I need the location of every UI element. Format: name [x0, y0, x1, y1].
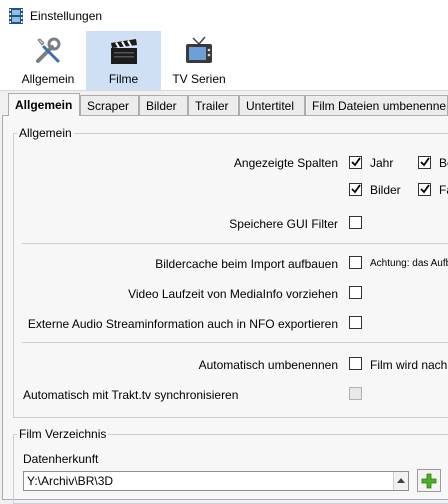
title-bar: Einstellungen — [0, 0, 448, 31]
toolbar-filme-button[interactable]: Filme — [86, 31, 161, 90]
gui-filter-label: Speichere GUI Filter — [229, 217, 338, 231]
source-path-value: Y:\Archiv\BR\3D — [27, 474, 114, 488]
separator — [22, 243, 448, 244]
filmstrip-icon — [9, 8, 23, 24]
film-directory-legend: Film Verzeichnis — [17, 427, 109, 441]
checkmark-icon — [351, 184, 361, 194]
separator — [22, 342, 448, 343]
tab-scraper[interactable]: Scraper — [80, 95, 139, 115]
image-cache-hint: Achtung: das Aufbauen — [370, 258, 448, 269]
column-jahr-checkbox[interactable] — [349, 156, 362, 169]
column-bilder-checkbox[interactable] — [349, 183, 362, 196]
tab-film-dateien-umbenennen[interactable]: Film Dateien umbenennen — [305, 95, 448, 115]
column-fanart-label: Fanart — [439, 183, 448, 197]
settings-toolbar: Allgemein Filme TV Serien — [0, 31, 448, 91]
gui-filter-checkbox[interactable] — [349, 216, 362, 229]
runtime-checkbox[interactable] — [349, 286, 362, 299]
source-label: Datenherkunft — [23, 452, 99, 466]
column-bewertung-label: Bewertung — [439, 156, 448, 170]
column-bewertung-checkbox[interactable] — [418, 156, 431, 169]
source-path-combobox[interactable]: Y:\Archiv\BR\3D — [23, 471, 409, 491]
tab-untertitel[interactable]: Untertitel — [239, 95, 305, 115]
image-cache-label: Bildercache beim Import aufbauen — [155, 257, 338, 271]
tab-bilder[interactable]: Bilder — [139, 95, 188, 115]
audio-stream-checkbox[interactable] — [349, 316, 362, 329]
columns-label: Angezeigte Spalten — [233, 156, 338, 170]
column-bilder-label: Bilder — [370, 183, 401, 197]
image-cache-checkbox[interactable] — [349, 256, 362, 269]
auto-rename-checkbox[interactable] — [349, 357, 362, 370]
wrench-screwdriver-icon — [36, 37, 61, 63]
auto-rename-hint: Film wird nach — [370, 358, 448, 372]
toolbar-label: Filme — [108, 72, 139, 86]
trakt-sync-checkbox[interactable] — [349, 387, 362, 400]
checkmark-icon — [420, 157, 430, 167]
toolbar-tv-serien-button[interactable]: TV Serien — [166, 31, 232, 90]
tv-icon — [186, 36, 212, 63]
toolbar-label: Allgemein — [21, 72, 75, 86]
window-title: Einstellungen — [30, 9, 103, 23]
trakt-sync-label: Automatisch mit Trakt.tv synchronisieren — [23, 388, 239, 402]
plus-icon — [421, 473, 437, 489]
auto-rename-label: Automatisch umbenennen — [198, 358, 338, 372]
checkmark-icon — [420, 184, 430, 194]
combo-scroll-button[interactable] — [393, 472, 408, 490]
clapperboard-icon — [110, 39, 137, 64]
runtime-label: Video Laufzeit von MediaInfo vorziehen — [128, 287, 338, 301]
general-group-legend: Allgemein — [17, 126, 74, 140]
chevron-up-icon — [397, 478, 405, 483]
column-jahr-label: Jahr — [370, 156, 394, 170]
checkmark-icon — [351, 157, 361, 167]
add-source-button[interactable] — [417, 469, 441, 492]
general-group — [13, 133, 448, 418]
audio-stream-label: Externe Audio Streaminformation auch in … — [27, 317, 338, 331]
column-fanart-checkbox[interactable] — [418, 183, 431, 196]
toolbar-allgemein-button[interactable]: Allgemein — [15, 31, 81, 90]
tab-trailer[interactable]: Trailer — [188, 95, 239, 115]
tab-allgemein[interactable]: Allgemein — [8, 93, 80, 116]
toolbar-label: TV Serien — [172, 72, 226, 86]
